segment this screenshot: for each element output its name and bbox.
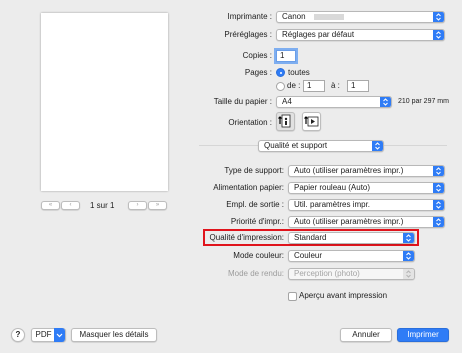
printer-value: Canon [282,12,306,21]
up-down-chevron-icon [403,251,414,261]
color-mode-label: Mode couleur: [233,251,284,260]
up-down-chevron-icon [403,269,414,279]
rendering-value: Perception (photo) [294,269,360,278]
first-page-button[interactable]: « [41,201,60,210]
portrait-orientation-button[interactable] [276,112,295,131]
up-down-chevron-icon [372,141,383,151]
paper-size-value: A4 [282,97,292,106]
presets-select[interactable]: Réglages par défaut [276,29,445,41]
copies-field[interactable]: 1 [276,50,296,62]
output-slot-select[interactable]: Util. paramètres impr. [288,199,445,211]
page-indicator: 1 sur 1 [90,201,115,210]
pdf-label: PDF [35,330,52,339]
pages-from-field[interactable]: 1 [303,80,325,92]
section-value: Qualité et support [264,141,328,150]
paper-source-value: Papier rouleau (Auto) [294,183,371,192]
cancel-button[interactable]: Annuler [340,328,392,342]
color-mode-value: Couleur [294,251,323,260]
up-down-chevron-icon [433,166,444,176]
pages-all-label: toutes [288,68,310,77]
print-priority-label: Priorité d'impr.: [230,217,284,226]
print-quality-select[interactable]: Standard [288,232,415,244]
rendering-select: Perception (photo) [288,268,415,280]
paper-size-select[interactable]: A4 [276,96,392,108]
pages-to-field[interactable]: 1 [347,80,369,92]
up-down-chevron-icon [433,12,444,22]
pages-range-radio[interactable] [276,82,285,91]
paper-source-label: Alimentation papier: [213,183,284,192]
rendering-label: Mode de rendu: [227,269,284,278]
copies-label: Copies : [242,51,272,60]
pdf-menu-button[interactable]: PDF [31,328,66,342]
hide-details-button[interactable]: Masquer les détails [71,328,157,342]
paper-size-label: Taille du papier : [213,97,272,106]
portrait-orientation-icon [278,114,291,128]
pages-all-radio[interactable] [276,68,285,77]
section-select[interactable]: Qualité et support [258,140,384,152]
print-preview-label: Aperçu avant impression [299,291,388,300]
presets-value: Réglages par défaut [282,30,355,39]
media-type-value: Auto (utiliser paramètres impr.) [294,166,404,175]
chevron-down-icon [54,328,65,342]
landscape-orientation-icon [304,116,319,127]
paper-source-select[interactable]: Papier rouleau (Auto) [288,182,445,194]
print-quality-value: Standard [294,233,327,242]
page-preview [41,13,168,191]
print-button[interactable]: Imprimer [397,328,449,342]
output-slot-label: Empl. de sortie : [226,200,284,209]
pages-from-label: de : [287,81,301,90]
up-down-chevron-icon [433,217,444,227]
up-down-chevron-icon [403,233,414,243]
next-page-button[interactable]: › [128,201,147,210]
landscape-orientation-button[interactable] [302,112,321,131]
media-type-label: Type de support: [224,166,284,175]
printer-select[interactable]: Canon [276,11,445,23]
printer-label: Imprimante : [227,12,272,21]
presets-label: Préréglages : [224,30,272,39]
paper-size-dimensions: 210 par 297 mm [398,98,449,105]
up-down-chevron-icon [433,183,444,193]
print-preview-checkbox[interactable] [288,292,297,301]
last-page-button[interactable]: » [148,201,167,210]
output-slot-value: Util. paramètres impr. [294,200,371,209]
color-mode-select[interactable]: Couleur [288,250,415,262]
pages-label: Pages : [244,68,272,77]
print-priority-select[interactable]: Auto (utiliser paramètres impr.) [288,216,445,228]
up-down-chevron-icon [433,200,444,210]
print-quality-label: Qualité d'impression: [209,233,284,242]
up-down-chevron-icon [380,97,391,107]
previous-page-button[interactable]: ‹ [61,201,80,210]
up-down-chevron-icon [433,30,444,40]
help-button[interactable]: ? [11,328,25,342]
media-type-select[interactable]: Auto (utiliser paramètres impr.) [288,165,445,177]
print-priority-value: Auto (utiliser paramètres impr.) [294,217,404,226]
printer-name-redacted [313,13,344,20]
orientation-label: Orientation : [228,118,272,127]
pages-to-label: à : [331,81,340,90]
